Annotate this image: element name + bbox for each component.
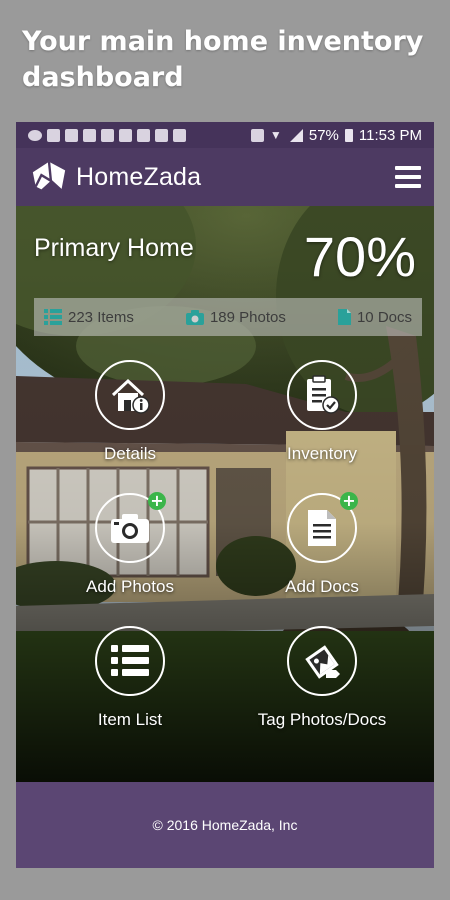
document-add-icon bbox=[308, 510, 336, 546]
hamburger-menu-icon[interactable] bbox=[395, 166, 421, 188]
item-list-button[interactable]: Item List bbox=[40, 626, 220, 730]
copyright-text: © 2016 HomeZada, Inc bbox=[152, 817, 298, 833]
battery-percent: 57% bbox=[308, 126, 339, 144]
add-docs-circle: + bbox=[287, 492, 358, 563]
stat-docs-label: 10 Docs bbox=[356, 308, 412, 326]
details-label: Details bbox=[104, 444, 156, 463]
facebook-notification-icon bbox=[173, 128, 186, 142]
stat-photos-label: 189 Photos bbox=[209, 308, 286, 326]
add-docs-button[interactable]: + Add Docs bbox=[232, 492, 412, 597]
camera-add-icon bbox=[111, 514, 149, 543]
camera-icon bbox=[185, 309, 204, 325]
document-icon bbox=[337, 309, 351, 325]
details-button[interactable]: Details bbox=[40, 360, 220, 464]
phone-screen: ▼ 57% 11:53 PM HomeZada Primary Home 70%… bbox=[16, 122, 434, 868]
signal-icon bbox=[289, 128, 303, 142]
battery-icon bbox=[344, 128, 353, 142]
completion-percent: 70% bbox=[303, 225, 416, 288]
nfc-icon bbox=[250, 128, 264, 142]
item-list-label: Item List bbox=[97, 710, 163, 729]
details-circle bbox=[95, 360, 165, 430]
add-photos-button[interactable]: + Add Photos bbox=[40, 492, 220, 597]
inventory-button[interactable]: Inventory bbox=[232, 360, 412, 464]
tag-photos-docs-label: Tag Photos/Docs bbox=[257, 710, 387, 729]
add-badge: + bbox=[340, 492, 358, 510]
dashboard-hero: Primary Home 70% 223 Items 189 Photos 10… bbox=[16, 206, 434, 782]
facebook-notification-icon bbox=[137, 128, 150, 142]
item-list-circle bbox=[95, 626, 165, 696]
stat-items-label: 223 Items bbox=[68, 308, 134, 326]
clipboard-check-icon bbox=[307, 375, 340, 414]
tag-photos-icon bbox=[305, 645, 340, 679]
facebook-notification-icon bbox=[65, 128, 78, 142]
add-docs-label: Add Docs bbox=[285, 577, 359, 596]
inventory-circle bbox=[287, 360, 357, 430]
notification-icons bbox=[16, 128, 186, 142]
house-logo-icon bbox=[32, 161, 66, 192]
tag-photos-docs-button[interactable]: Tag Photos/Docs bbox=[232, 626, 412, 730]
wifi-icon: ▼ bbox=[269, 128, 282, 142]
add-badge: + bbox=[148, 492, 166, 510]
tag-photos-docs-circle bbox=[287, 626, 357, 696]
brand-name: HomeZada bbox=[76, 162, 202, 191]
footer: © 2016 HomeZada, Inc bbox=[16, 782, 434, 868]
list-icon bbox=[44, 309, 62, 325]
stat-docs[interactable]: 10 Docs bbox=[337, 308, 412, 326]
add-photos-label: Add Photos bbox=[86, 577, 174, 596]
stat-items[interactable]: 223 Items bbox=[44, 309, 134, 326]
stat-photos[interactable]: 189 Photos bbox=[185, 308, 286, 326]
status-bar: ▼ 57% 11:53 PM bbox=[16, 122, 434, 148]
status-time: 11:53 PM bbox=[358, 126, 422, 144]
app-bar: HomeZada bbox=[16, 148, 434, 206]
inventory-label: Inventory bbox=[287, 444, 357, 463]
flag-notification-icon bbox=[119, 128, 132, 142]
screenshot-caption: Your main home inventory dashboard bbox=[22, 26, 424, 93]
facebook-notification-icon bbox=[155, 128, 168, 142]
message-notification-icon bbox=[28, 129, 42, 141]
flag-notification-icon bbox=[83, 128, 96, 142]
facebook-notification-icon bbox=[101, 128, 114, 142]
add-photos-circle: + bbox=[95, 492, 166, 563]
inventory-stats-bar: 223 Items 189 Photos 10 Docs bbox=[34, 298, 422, 336]
home-name: Primary Home bbox=[34, 234, 194, 262]
download-notification-icon bbox=[47, 128, 60, 142]
house-info-icon bbox=[111, 378, 150, 414]
bullet-list-icon bbox=[111, 645, 149, 676]
